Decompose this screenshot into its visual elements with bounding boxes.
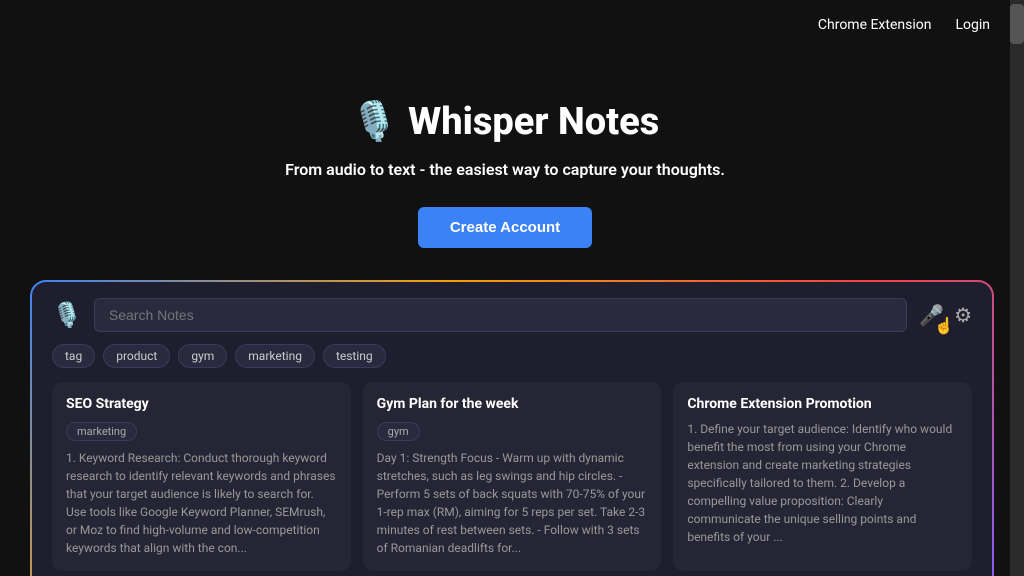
create-account-button[interactable]: Create Account [418,207,592,248]
note-tag-badge: marketing [66,422,137,441]
note-title: Chrome Extension Promotion [687,396,958,412]
note-title: SEO Strategy [66,396,337,412]
app-logo-icon: 🎙️ [52,301,82,329]
hero-subtitle: From audio to text - the easiest way to … [285,160,725,179]
cursor-hand-icon: ☝️ [934,316,954,335]
note-content: Day 1: Strength Focus - Warm up with dyn… [377,449,648,557]
top-nav: Chrome Extension Login [0,0,1010,50]
note-card[interactable]: SEO Strategy marketing 1. Keyword Research… [52,382,351,571]
tag-chip[interactable]: tag [52,344,95,368]
tag-chip[interactable]: testing [323,344,386,368]
note-card[interactable]: Gym Plan for the week gym Day 1: Strength … [363,382,662,571]
scrollbar-thumb[interactable] [1010,4,1024,44]
settings-icon[interactable]: ⚙ [954,303,972,327]
tag-chip[interactable]: marketing [235,344,315,368]
app-name: Whisper Notes [408,100,659,144]
tag-chip[interactable]: gym [178,344,227,368]
app-panel-wrapper: 🎙️ 🎤 ☝️ ⚙ tagproductgymmarketingtesting … [30,280,994,576]
note-content: 1. Define your target audience: Identify… [687,420,958,546]
header-icons: 🎤 ☝️ ⚙ [919,303,972,327]
login-link[interactable]: Login [955,17,990,33]
hero-section: 🎙️ Whisper Notes From audio to text - th… [0,50,1010,248]
scrollbar[interactable] [1010,0,1024,576]
note-card[interactable]: Chrome Extension Promotion 1. Define your… [673,382,972,571]
search-input[interactable] [94,298,907,332]
app-header: 🎙️ 🎤 ☝️ ⚙ [52,298,972,332]
chrome-extension-link[interactable]: Chrome Extension [818,17,932,33]
mic-button-area[interactable]: 🎤 ☝️ [919,303,944,327]
note-tag-badge: gym [377,422,420,441]
note-title: Gym Plan for the week [377,396,648,412]
tags-row: tag product gym marketing testing [52,344,972,368]
note-content: 1. Keyword Research: Conduct thorough ke… [66,449,337,557]
hero-title: 🎙️ Whisper Notes [351,100,659,144]
tag-chip[interactable]: product [103,344,170,368]
notes-grid: SEO Strategy marketing 1. Keyword Research… [52,382,972,571]
app-panel: 🎙️ 🎤 ☝️ ⚙ tagproductgymmarketingtesting … [32,282,992,576]
microphone-icon: 🎙️ [351,100,398,144]
